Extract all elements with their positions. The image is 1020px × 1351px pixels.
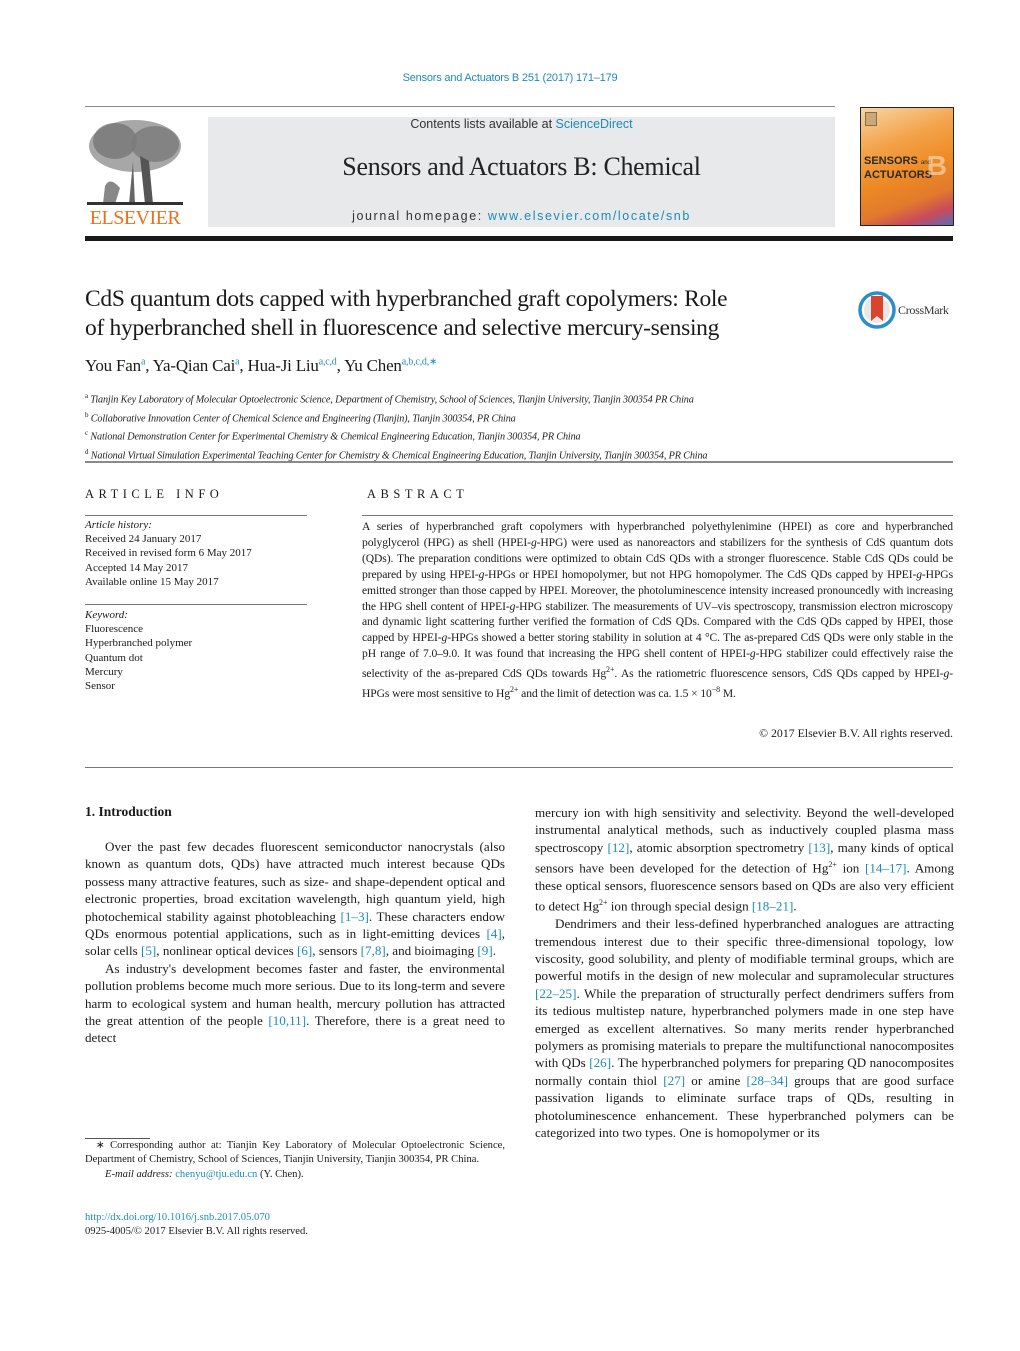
crossmark-icon	[858, 291, 896, 329]
keyword-label: Keyword:	[85, 609, 128, 621]
author[interactable]: You Fan	[85, 356, 141, 375]
header-top-rule	[85, 106, 835, 107]
author[interactable]: Yu Chen	[344, 356, 402, 375]
cover-publisher-icon	[865, 112, 877, 126]
affiliation: a Tianjin Key Laboratory of Molecular Op…	[85, 392, 694, 406]
email-note: E-mail address: chenyu@tju.edu.cn (Y. Ch…	[105, 1168, 304, 1180]
citation-link[interactable]: [28–34]	[747, 1073, 788, 1088]
doi-link[interactable]: http://dx.doi.org/10.1016/j.snb.2017.05.…	[85, 1212, 270, 1223]
section-heading-introduction: 1. Introduction	[85, 804, 172, 819]
citation-link[interactable]: [9]	[477, 943, 492, 958]
body-divider	[85, 767, 953, 768]
affiliation: b Collaborative Innovation Center of Che…	[85, 410, 516, 425]
author-affil-sup[interactable]: a	[235, 356, 239, 367]
author-affil-sup[interactable]: a,c,d	[319, 356, 337, 367]
author-affil-sup[interactable]: a,b,c,d,∗	[402, 356, 438, 367]
journal-cover[interactable]: SENSORS and ACTUATORS B	[860, 107, 954, 226]
citation-link[interactable]: [26]	[589, 1055, 611, 1070]
author[interactable]: Ya-Qian Cai	[153, 356, 236, 375]
homepage-prefix: journal homepage:	[352, 209, 488, 223]
citation-link[interactable]: [18–21]	[752, 899, 793, 914]
citation-link[interactable]: [5]	[141, 943, 156, 958]
elsevier-wordmark: ELSEVIER	[89, 207, 181, 229]
abstract-heading: ABSTRACT	[367, 487, 469, 501]
article-title: CdS quantum dots capped with hyperbranch…	[85, 286, 728, 341]
keywords-rule	[85, 604, 307, 605]
paragraph: mercury ion with high sensitivity and se…	[535, 805, 954, 914]
keyword-item: Quantum dot	[85, 651, 143, 664]
sciencedirect-link[interactable]: ScienceDirect	[556, 117, 633, 131]
paragraph: Over the past few decades fluorescent se…	[85, 839, 505, 959]
affiliations: a Tianjin Key Laboratory of Molecular Op…	[85, 389, 955, 464]
citation-link[interactable]: [14–17]	[865, 861, 906, 876]
citation-link[interactable]: [13]	[808, 840, 830, 855]
keyword-item: Sensor	[85, 680, 115, 693]
paragraph: As industry's development becomes faster…	[85, 960, 505, 1046]
citation-link[interactable]: [22–25]	[535, 986, 576, 1001]
author[interactable]: Hua-Ji Liu	[248, 356, 319, 375]
cover-letter: B	[926, 150, 947, 181]
citation-link[interactable]: [7,8]	[361, 943, 386, 958]
abstract-rule	[362, 515, 953, 516]
crossmark-button[interactable]: CrossMark	[858, 291, 958, 331]
body-column-right: mercury ion with high sensitivity and se…	[535, 804, 954, 1141]
history-item: Received in revised form 6 May 2017	[85, 547, 252, 560]
footnote: ∗ Corresponding author at: Tianjin Key L…	[85, 1139, 505, 1182]
keyword-item: Hyperbranched polymer	[85, 637, 193, 650]
contents-prefix: Contents lists available at	[410, 117, 556, 131]
header-thick-rule	[85, 236, 953, 241]
article-history: Article history: Received 24 January 201…	[85, 518, 315, 589]
article-info-rule	[85, 515, 307, 516]
issn-copyright: 0925-4005/© 2017 Elsevier B.V. All right…	[85, 1226, 308, 1237]
keyword-item: Mercury	[85, 665, 123, 678]
citation-link[interactable]: [1–3]	[341, 909, 369, 924]
cover-title: SENSORS and ACTUATORS	[864, 155, 933, 181]
email-link[interactable]: chenyu@tju.edu.cn	[175, 1169, 257, 1180]
article-info-heading: ARTICLE INFO	[85, 487, 224, 501]
contents-line: Contents lists available at ScienceDirec…	[208, 117, 835, 131]
citation-link[interactable]: [10,11]	[268, 1013, 306, 1028]
citation-link[interactable]: [6]	[297, 943, 312, 958]
elsevier-tree-icon	[87, 120, 183, 205]
author-affil-sup[interactable]: a	[141, 356, 145, 367]
abstract-copyright: © 2017 Elsevier B.V. All rights reserved…	[759, 726, 953, 740]
citation-link[interactable]: [12]	[608, 840, 630, 855]
keyword-item: Fluorescence	[85, 623, 144, 636]
history-item: Accepted 14 May 2017	[85, 561, 188, 574]
citation-link[interactable]: [4]	[486, 926, 501, 941]
affiliation: c National Demonstration Center for Expe…	[85, 429, 581, 443]
history-item: Received 24 January 2017	[85, 533, 202, 546]
body-column-left: Over the past few decades fluorescent se…	[85, 838, 505, 1047]
corresponding-author-note: ∗ Corresponding author at: Tianjin Key L…	[85, 1140, 505, 1166]
journal-title: Sensors and Actuators B: Chemical	[342, 152, 701, 181]
journal-reference[interactable]: Sensors and Actuators B 251 (2017) 171–1…	[0, 72, 1020, 84]
keywords: Keyword: Fluorescence Hyperbranched poly…	[85, 608, 315, 693]
history-item: Available online 15 May 2017	[85, 575, 219, 588]
author-list: You Fana, Ya-Qian Caia, Hua-Ji Liua,c,d,…	[85, 356, 438, 375]
abstract-text: A series of hyperbranched graft copolyme…	[362, 520, 953, 700]
citation-link[interactable]: [27]	[663, 1073, 685, 1088]
section-divider	[85, 461, 953, 463]
elsevier-logo[interactable]: ELSEVIER	[85, 116, 185, 228]
paragraph: Dendrimers and their less-defined hyperb…	[535, 916, 954, 1141]
journal-homepage: journal homepage: www.elsevier.com/locat…	[208, 209, 835, 223]
homepage-link[interactable]: www.elsevier.com/locate/snb	[488, 209, 691, 223]
crossmark-label: CrossMark	[898, 303, 949, 317]
history-label: Article history:	[85, 519, 152, 531]
